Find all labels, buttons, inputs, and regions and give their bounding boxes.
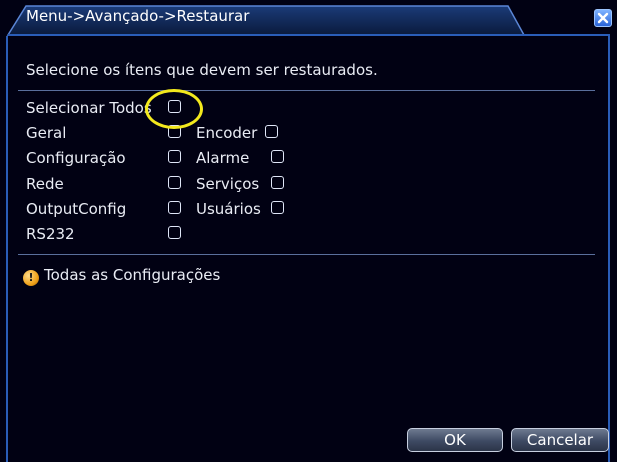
- info-icon: !: [23, 270, 39, 286]
- option-geral-label: Geral: [26, 124, 67, 142]
- instruction-text: Selecione os ítens que devem ser restaur…: [26, 61, 378, 79]
- window-title: Menu->Avançado->Restaurar: [26, 7, 250, 25]
- option-rs232-label: RS232: [26, 225, 75, 243]
- select-all-label: Selecionar Todos: [26, 99, 152, 117]
- frame-right-border: [608, 36, 610, 462]
- option-alarme-checkbox[interactable]: [271, 150, 284, 163]
- ok-button[interactable]: OK: [407, 428, 503, 452]
- option-rs232-checkbox[interactable]: [168, 226, 181, 239]
- close-icon: [597, 12, 609, 24]
- option-rede-checkbox[interactable]: [168, 176, 181, 189]
- option-encoder-checkbox[interactable]: [265, 125, 278, 138]
- divider-bottom: [18, 254, 595, 255]
- option-encoder-label: Encoder: [196, 124, 258, 142]
- option-outputconfig-label: OutputConfig: [26, 200, 127, 218]
- select-all-checkbox[interactable]: [168, 100, 181, 113]
- option-outputconfig-checkbox[interactable]: [168, 201, 181, 214]
- info-message: Todas as Configurações: [44, 266, 221, 284]
- option-servicos-checkbox[interactable]: [271, 176, 284, 189]
- divider-top: [18, 90, 595, 91]
- close-button[interactable]: [594, 9, 612, 27]
- frame-left-border: [6, 36, 8, 462]
- cancel-button[interactable]: Cancelar: [511, 428, 609, 452]
- option-rede-label: Rede: [26, 175, 64, 193]
- option-configuracao-checkbox[interactable]: [168, 150, 181, 163]
- option-usuarios-checkbox[interactable]: [271, 201, 284, 214]
- option-geral-checkbox[interactable]: [168, 125, 181, 138]
- option-usuarios-label: Usuários: [196, 200, 261, 218]
- option-servicos-label: Serviços: [196, 175, 260, 193]
- title-bar: Menu->Avançado->Restaurar: [0, 0, 617, 36]
- option-alarme-label: Alarme: [196, 149, 250, 167]
- restore-dialog: Menu->Avançado->Restaurar Selecione os í…: [0, 0, 617, 462]
- option-configuracao-label: Configuração: [26, 149, 126, 167]
